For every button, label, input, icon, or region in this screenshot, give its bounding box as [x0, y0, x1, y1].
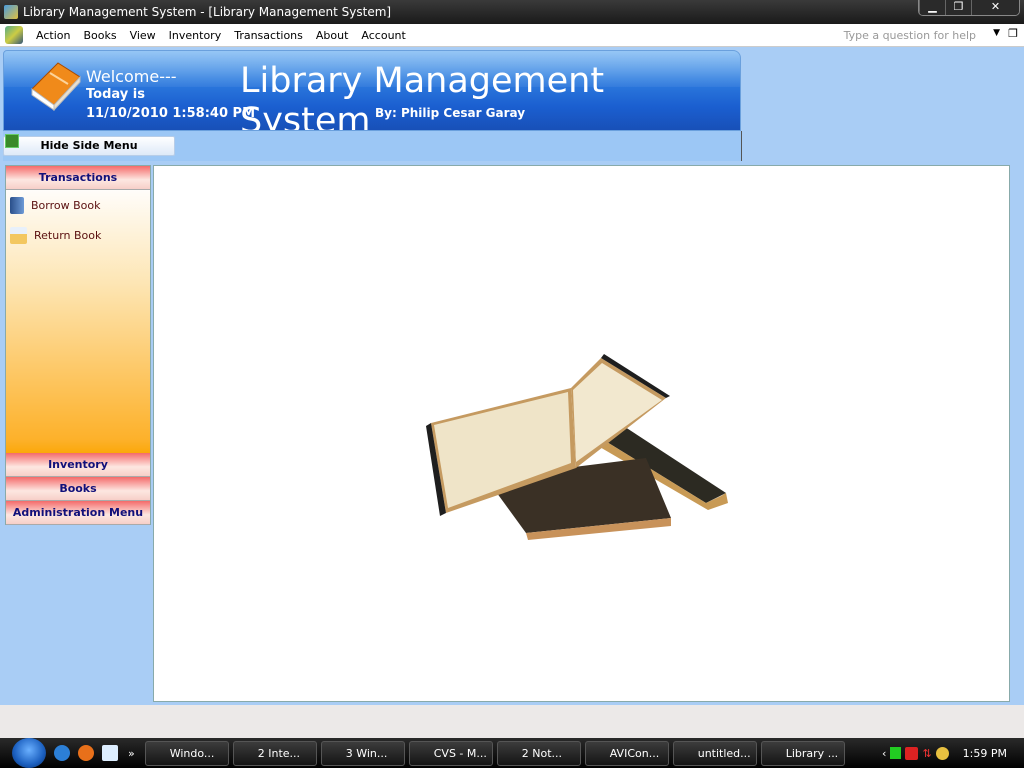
book-icon	[10, 196, 24, 214]
app-title: Library Management System	[240, 61, 605, 131]
messenger-icon[interactable]	[935, 746, 949, 760]
status-bar	[0, 705, 1024, 738]
section-transactions[interactable]: Transactions	[6, 166, 150, 190]
start-button[interactable]	[12, 738, 46, 768]
transactions-panel: Borrow Book Return Book	[6, 190, 150, 453]
leaf-icon	[5, 134, 19, 148]
restore-button[interactable]: ❐	[945, 0, 971, 15]
system-tray: ‹ ⇅ 1:59 PM	[882, 738, 1024, 768]
app-icon	[4, 5, 18, 19]
taskbar-item[interactable]: Windo...	[144, 740, 229, 766]
network-icon[interactable]: ⇅	[922, 747, 931, 760]
taskbar-item[interactable]: untitled...	[672, 740, 757, 766]
minimize-button[interactable]: ▁	[919, 0, 945, 15]
main-content	[153, 165, 1010, 702]
menu-inventory[interactable]: Inventory	[169, 29, 222, 42]
menu-view[interactable]: View	[130, 29, 156, 42]
side-menu: Transactions Borrow Book Return Book Inv…	[5, 165, 151, 525]
folder-icon	[10, 226, 27, 244]
help-search-input[interactable]: Type a question for help	[844, 29, 976, 42]
clock[interactable]: 1:59 PM	[963, 747, 1007, 760]
menu-account[interactable]: Account	[361, 29, 405, 42]
menu-books[interactable]: Books	[83, 29, 116, 42]
mdi-restore-icon[interactable]: ❐	[1008, 27, 1018, 40]
help-dropdown-icon[interactable]: ▼	[993, 28, 1000, 38]
welcome-text: Welcome---	[86, 67, 177, 86]
taskbar-item[interactable]: AVICon...	[584, 740, 669, 766]
ie-icon[interactable]	[54, 745, 70, 761]
current-datetime: 11/10/2010 1:58:40 PM	[86, 106, 255, 121]
today-label: Today is	[86, 87, 145, 102]
more-icon[interactable]: »	[128, 747, 135, 760]
section-administration-menu[interactable]: Administration Menu	[6, 501, 150, 525]
open-books-image	[426, 354, 728, 540]
taskbar-item[interactable]: CVS - M...	[408, 740, 493, 766]
window-title: Library Management System - [Library Man…	[23, 5, 392, 19]
acrobat-icon[interactable]	[905, 746, 919, 760]
title-bar: Library Management System - [Library Man…	[0, 0, 1024, 24]
borrow-book-label: Borrow Book	[31, 198, 101, 212]
tray-expand-icon[interactable]: ‹	[882, 747, 886, 760]
hide-side-menu-button[interactable]: Hide Side Menu	[3, 136, 175, 156]
taskbar-item[interactable]: 2 Inte...	[232, 740, 317, 766]
menu-action[interactable]: Action	[36, 29, 70, 42]
return-book-label: Return Book	[34, 228, 102, 242]
section-inventory[interactable]: Inventory	[6, 453, 150, 477]
return-book-item[interactable]: Return Book	[6, 220, 150, 250]
taskbar-item[interactable]: Library ...	[760, 740, 845, 766]
menu-bar: Action Books View Inventory Transactions…	[0, 24, 1024, 47]
book-logo-icon	[31, 62, 81, 111]
status-green-icon[interactable]	[890, 747, 902, 759]
taskbar: » Windo... 2 Inte... 3 Win... CVS - M...…	[0, 738, 1024, 768]
menu-about[interactable]: About	[316, 29, 349, 42]
author-text: By: Philip Cesar Garay	[375, 106, 526, 120]
firefox-icon[interactable]	[78, 745, 94, 761]
borrow-book-item[interactable]: Borrow Book	[6, 190, 150, 220]
notepad-icon[interactable]	[102, 745, 118, 761]
taskbar-item[interactable]: 2 Not...	[496, 740, 581, 766]
mdi-app-icon[interactable]	[5, 26, 23, 44]
section-books[interactable]: Books	[6, 477, 150, 501]
header-banner: Welcome--- Today is 11/10/2010 1:58:40 P…	[3, 50, 741, 131]
taskbar-item[interactable]: 3 Win...	[320, 740, 405, 766]
close-button[interactable]: ✕	[971, 0, 1019, 15]
menu-transactions[interactable]: Transactions	[234, 29, 303, 42]
